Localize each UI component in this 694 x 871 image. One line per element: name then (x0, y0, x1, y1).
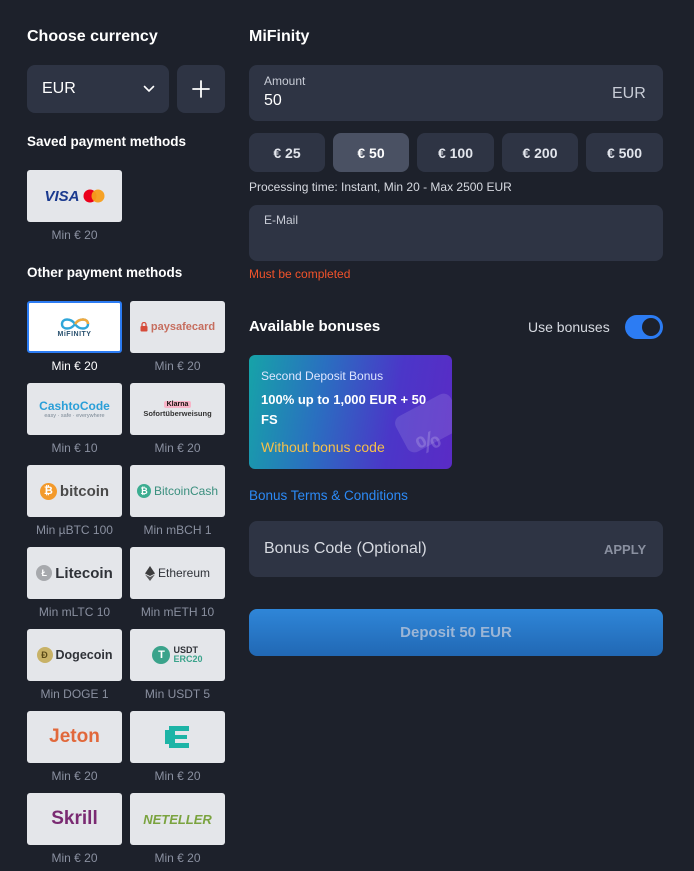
method-caption: Min € 20 (154, 769, 201, 783)
amount-label: Amount (264, 74, 306, 88)
choose-currency-title: Choose currency (27, 28, 158, 45)
dogecoin-icon: Ð (36, 647, 53, 663)
currency-select[interactable]: EUR (27, 65, 169, 113)
bitcoin-icon: ₿ (39, 482, 57, 500)
bitcoin-logo: ₿ bitcoin (39, 482, 109, 500)
available-bonuses-title: Available bonuses (249, 318, 381, 335)
currency-select-value: EUR (42, 80, 76, 97)
mastercard-icon (83, 189, 104, 203)
visa-mastercard-logo: VISA (44, 188, 104, 205)
bonus-headline: 100% up to 1,000 EUR + 50 FS (261, 392, 427, 427)
method-jeton[interactable]: Jeton (27, 711, 122, 763)
method-usdt-erc20[interactable]: T USDT ERC20 (130, 629, 225, 681)
jeton-logo: Jeton (49, 726, 100, 747)
bonus-kicker: Second Deposit Bonus (261, 369, 384, 383)
method-cashtocode[interactable]: CashtoCode easy · safe · everywhere (27, 383, 122, 435)
chevron-down-icon (143, 85, 155, 93)
bonus-note: Without bonus code (261, 439, 385, 455)
apply-button[interactable]: APPLY (604, 542, 646, 557)
lock-icon (140, 322, 148, 332)
skrill-logo: Skrill (51, 808, 98, 829)
other-methods-title: Other payment methods (27, 265, 183, 280)
mifinity-logo: MiFINITY (58, 317, 92, 338)
email-input[interactable] (264, 230, 654, 252)
amount-field[interactable] (249, 65, 663, 121)
method-dogecoin[interactable]: Ð Dogecoin (27, 629, 122, 681)
method-ecopayz[interactable]: E (130, 711, 225, 763)
method-caption: Min € 20 (154, 359, 201, 373)
saved-method-visa-mastercard[interactable]: VISA (27, 170, 122, 222)
amount-currency: EUR (612, 85, 646, 102)
deposit-button[interactable]: Deposit 50 EUR (249, 609, 663, 656)
email-error: Must be completed (249, 267, 351, 281)
method-caption: Min µBTC 100 (36, 523, 113, 537)
infinity-icon (60, 317, 89, 330)
method-caption: Min mETH 10 (140, 605, 215, 619)
bitcoincash-logo: ₿ BitcoinCash (136, 484, 218, 498)
bonus-code-input[interactable] (264, 537, 584, 561)
method-caption: Min mLTC 10 (38, 605, 111, 619)
saved-method-caption: Min € 20 (51, 228, 98, 242)
usdt-logo: T USDT ERC20 (152, 646, 203, 664)
method-mifinity[interactable]: MiFINITY (27, 301, 122, 353)
preset-200-button[interactable]: € 200 (502, 133, 578, 172)
ethereum-icon (144, 565, 155, 581)
method-caption: Min € 20 (154, 441, 201, 455)
use-bonuses-toggle[interactable] (625, 315, 663, 339)
method-caption: Min USDT 5 (144, 687, 211, 701)
method-ethereum[interactable]: Ethereum (130, 547, 225, 599)
ecopayz-logo: E (163, 722, 193, 752)
method-bitcoin[interactable]: ₿ bitcoin (27, 465, 122, 517)
method-bitcoincash[interactable]: ₿ BitcoinCash (130, 465, 225, 517)
processing-info: Processing time: Instant, Min 20 - Max 2… (249, 180, 512, 194)
method-caption: Min DOGE 1 (40, 687, 109, 701)
cashtocode-logo: CashtoCode easy · safe · everywhere (39, 399, 110, 419)
method-sofort[interactable]: Klarna Sofortüberweisung (130, 383, 225, 435)
use-bonuses-label: Use bonuses (528, 319, 610, 335)
method-skrill[interactable]: Skrill (27, 793, 122, 845)
ecopayz-icon (164, 726, 189, 748)
tether-icon: T (152, 646, 171, 664)
preset-100-button[interactable]: € 100 (417, 133, 494, 172)
dogecoin-logo: Ð Dogecoin (36, 647, 112, 663)
method-title: MiFinity (249, 28, 310, 45)
preset-50-button[interactable]: € 50 (333, 133, 409, 172)
method-caption: Min € 10 (51, 441, 98, 455)
neteller-logo: NETELLER (143, 811, 212, 827)
ethereum-logo: Ethereum (144, 565, 210, 581)
email-label: E-Mail (264, 213, 299, 227)
litecoin-icon: Ł (36, 565, 53, 581)
paysafecard-logo: paysafecard (140, 321, 215, 333)
method-paysafecard[interactable]: paysafecard (130, 301, 225, 353)
amount-value[interactable]: 50 (264, 92, 282, 110)
method-caption: Min € 20 (154, 851, 201, 865)
saved-methods-title: Saved payment methods (27, 134, 187, 149)
sofort-logo: Klarna Sofortüberweisung (143, 400, 212, 418)
bonus-terms-link[interactable]: Bonus Terms & Conditions (249, 488, 408, 503)
method-caption: Min mBCH 1 (143, 523, 212, 537)
method-neteller[interactable]: NETELLER (130, 793, 225, 845)
method-caption: Min € 20 (51, 851, 98, 865)
plus-icon (192, 80, 210, 98)
toggle-knob (642, 318, 660, 336)
method-caption: Min € 20 (51, 769, 98, 783)
method-litecoin[interactable]: Ł Litecoin (27, 547, 122, 599)
litecoin-logo: Ł Litecoin (36, 565, 113, 582)
add-currency-button[interactable] (177, 65, 225, 113)
method-caption: Min € 20 (51, 359, 98, 373)
preset-500-button[interactable]: € 500 (586, 133, 663, 172)
preset-25-button[interactable]: € 25 (249, 133, 325, 172)
bitcoincash-icon: ₿ (136, 484, 151, 498)
